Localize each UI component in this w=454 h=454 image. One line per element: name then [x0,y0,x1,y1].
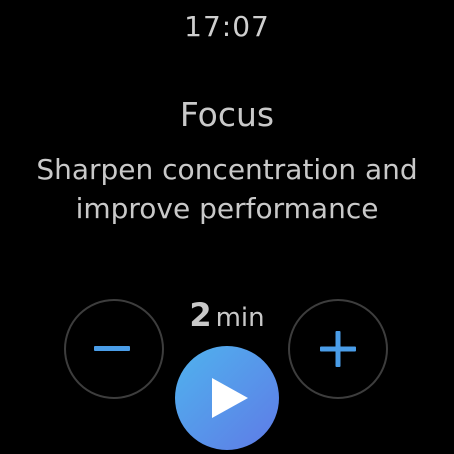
session-description: Sharpen concentration and improve perfor… [36,153,418,225]
plus-icon [320,331,356,367]
status-time: 17:07 [184,10,270,43]
increase-duration-button[interactable] [288,299,388,399]
minus-icon [94,346,130,351]
decrease-duration-button[interactable] [64,299,164,399]
start-session-button[interactable] [175,346,279,450]
play-icon [212,378,248,418]
watch-screen: 17:07 Focus Sharpen concentration and im… [0,0,454,454]
duration-value: 2 [189,296,212,334]
duration-display: 2 min [170,296,284,334]
session-title: Focus [179,95,275,134]
duration-unit: min [215,303,265,333]
